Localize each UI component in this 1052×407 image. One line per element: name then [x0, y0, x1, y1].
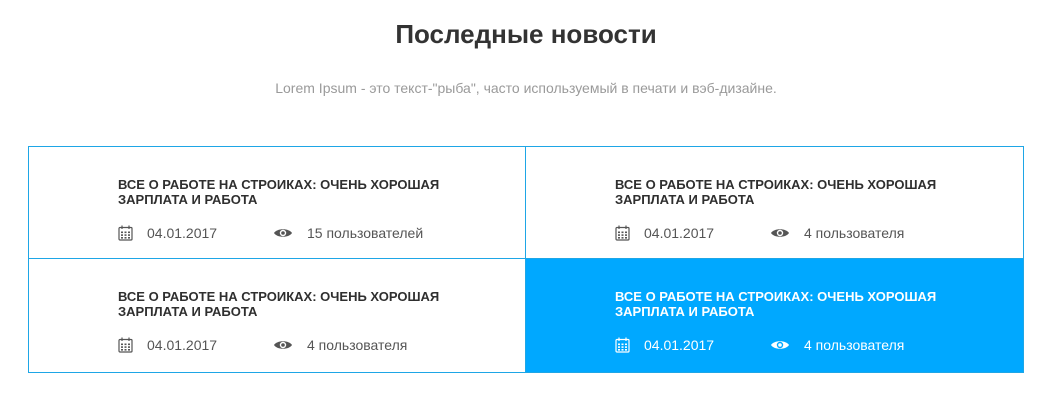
news-grid: Все о работе на строиках: очень хорошая …	[28, 146, 1024, 373]
news-views-text: 4 пользователя	[307, 337, 408, 353]
news-card[interactable]: Все о работе на строиках: очень хорошая …	[526, 147, 1023, 259]
section-subtitle: Lorem Ipsum - это текст-"рыба", часто ис…	[275, 80, 777, 96]
news-card-active[interactable]: Все о работе на строиках: очень хорошая …	[526, 259, 1023, 372]
news-title-link[interactable]: Все о работе на строиках: очень хорошая …	[615, 177, 975, 207]
news-title-link[interactable]: Все о работе на строиках: очень хорошая …	[118, 177, 478, 207]
calendar-icon	[118, 225, 133, 241]
eye-icon	[273, 227, 293, 239]
section-title: Последные новости	[395, 19, 657, 49]
eye-icon	[770, 227, 790, 239]
news-views: 4 пользователя	[770, 336, 904, 354]
news-date: 04.01.2017	[615, 336, 770, 354]
news-card[interactable]: Все о работе на строиках: очень хорошая …	[29, 147, 526, 259]
news-meta: 04.01.2017 15 пользователей	[118, 224, 423, 242]
news-meta: 04.01.2017 4 пользователя	[615, 224, 904, 242]
calendar-icon	[615, 337, 630, 353]
news-views-text: 4 пользователя	[804, 225, 905, 241]
news-date-text: 04.01.2017	[644, 337, 715, 353]
news-meta: 04.01.2017 4 пользователя	[118, 336, 407, 354]
news-date-text: 04.01.2017	[644, 225, 715, 241]
news-meta: 04.01.2017 4 пользователя	[615, 336, 904, 354]
news-date-text: 04.01.2017	[147, 225, 218, 241]
news-views-text: 15 пользователей	[307, 225, 424, 241]
calendar-icon	[118, 337, 133, 353]
news-date: 04.01.2017	[118, 336, 273, 354]
news-title-link[interactable]: Все о работе на строиках: очень хорошая …	[615, 289, 975, 319]
news-views-text: 4 пользователя	[804, 337, 905, 353]
news-views: 15 пользователей	[273, 224, 423, 242]
news-views: 4 пользователя	[273, 336, 407, 354]
news-date-text: 04.01.2017	[147, 337, 218, 353]
news-title-link[interactable]: Все о работе на строиках: очень хорошая …	[118, 289, 478, 319]
news-date: 04.01.2017	[615, 224, 770, 242]
eye-icon	[273, 339, 293, 351]
news-views: 4 пользователя	[770, 224, 904, 242]
calendar-icon	[615, 225, 630, 241]
news-card[interactable]: Все о работе на строиках: очень хорошая …	[29, 259, 526, 372]
eye-icon	[770, 339, 790, 351]
news-date: 04.01.2017	[118, 224, 273, 242]
